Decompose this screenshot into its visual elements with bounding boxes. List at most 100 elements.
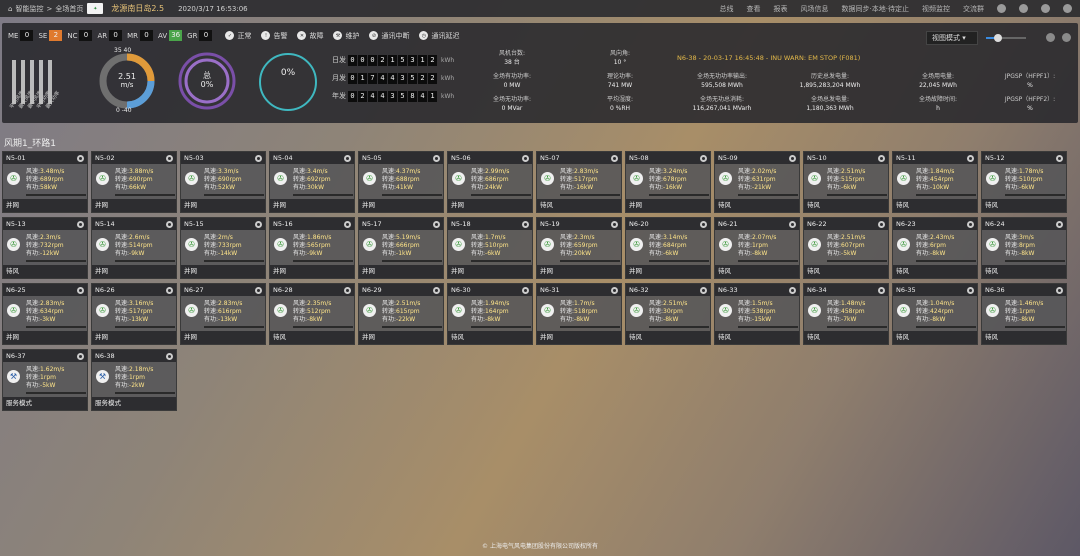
- gear-icon[interactable]: [878, 286, 885, 294]
- turbine-card[interactable]: N6-24 ✇ 风速:3m/s 转速:8rpm 有功:-8kW 待风: [981, 217, 1067, 279]
- gear-icon[interactable]: [1056, 154, 1063, 162]
- volume-slider[interactable]: [986, 34, 1026, 42]
- turbine-card[interactable]: N5-15 ✇ 风速:2m/s 转速:733rpm 有功:-14kW 并网: [180, 217, 266, 279]
- turbine-card[interactable]: N5-03 ✇ 风速:3.3m/s 转速:690rpm 有功:52kW 并网: [180, 151, 266, 213]
- gear-icon[interactable]: [77, 220, 84, 228]
- gear-icon[interactable]: [433, 154, 440, 162]
- turbine-card[interactable]: N5-10 ✇ 风速:2.51m/s 转速:515rpm 有功:-6kW 待风: [803, 151, 889, 213]
- turbine-card[interactable]: N5-19 ✇ 风速:2.3m/s 转速:659rpm 有功:20kW 并网: [536, 217, 622, 279]
- status-count-ar[interactable]: 0: [109, 30, 123, 41]
- gear-icon[interactable]: [700, 220, 707, 228]
- gear-icon[interactable]: [967, 286, 974, 294]
- gear-icon[interactable]: [166, 352, 173, 360]
- breadcrumb-item-home[interactable]: 全场首页: [55, 4, 83, 14]
- gear-icon[interactable]: [1056, 286, 1063, 294]
- gear-icon[interactable]: [77, 286, 84, 294]
- gear-icon[interactable]: [255, 220, 262, 228]
- gear-icon[interactable]: [77, 352, 84, 360]
- gear-icon[interactable]: [344, 154, 351, 162]
- gear-icon[interactable]: [789, 220, 796, 228]
- turbine-card[interactable]: N5-05 ✇ 风速:4.37m/s 转速:688rpm 有功:41kW 并网: [358, 151, 444, 213]
- turbine-card[interactable]: N5-16 ✇ 风速:1.86m/s 转速:565rpm 有功:-9kW 并网: [269, 217, 355, 279]
- turbine-card[interactable]: N5-01 ✇ 风速:3.48m/s 转速:689rpm 有功:58kW 并网: [2, 151, 88, 213]
- gear-icon[interactable]: [967, 220, 974, 228]
- nav-item-report[interactable]: 报表: [774, 4, 788, 14]
- gear-icon[interactable]: [255, 154, 262, 162]
- turbine-card[interactable]: N6-22 ✇ 风速:2.51m/s 转速:607rpm 有功:-5kW 待风: [803, 217, 889, 279]
- gear-icon[interactable]: [789, 154, 796, 162]
- alarm-message[interactable]: N6-38 - 20-03-17 16:45:48 - INU WARN: EM…: [677, 54, 860, 62]
- gear-icon[interactable]: [611, 286, 618, 294]
- turbine-card[interactable]: N5-04 ✇ 风速:3.4m/s 转速:692rpm 有功:30kW 并网: [269, 151, 355, 213]
- home-icon[interactable]: ⌂: [8, 5, 12, 13]
- speaker-icon[interactable]: [1046, 33, 1055, 42]
- nav-item-bus[interactable]: 总线: [720, 4, 734, 14]
- gear-icon[interactable]: [166, 154, 173, 162]
- gear-icon[interactable]: [255, 286, 262, 294]
- breadcrumb-item-monitor[interactable]: 智能监控: [15, 4, 43, 14]
- gear-icon[interactable]: [878, 220, 885, 228]
- turbine-card[interactable]: N6-36 ✇ 风速:1.46m/s 转速:1rpm 有功:-8kW 待风: [981, 283, 1067, 345]
- logout-icon[interactable]: [1063, 4, 1072, 13]
- status-count-se[interactable]: 2: [49, 30, 63, 41]
- turbine-card[interactable]: N6-28 ✇ 风速:2.35m/s 转速:512rpm 有功:-8kW 待风: [269, 283, 355, 345]
- turbine-card[interactable]: N6-21 ✇ 风速:2.07m/s 转速:1rpm 有功:-8kW 待风: [714, 217, 800, 279]
- turbine-card[interactable]: N5-18 ✇ 风速:1.7m/s 转速:510rpm 有功:-6kW 并网: [447, 217, 533, 279]
- gear-icon[interactable]: [700, 286, 707, 294]
- gear-icon[interactable]: [166, 286, 173, 294]
- status-count-nc[interactable]: 0: [79, 30, 93, 41]
- status-count-me[interactable]: 0: [20, 30, 34, 41]
- turbine-card[interactable]: N6-25 ✇ 风速:2.83m/s 转速:634rpm 有功:-3kW 并网: [2, 283, 88, 345]
- turbine-card[interactable]: N6-38 ⚒ 风速:2.18m/s 转速:1rpm 有功:-2kW 服务模式: [91, 349, 177, 411]
- turbine-card[interactable]: N6-34 ✇ 风速:1.48m/s 转速:458rpm 有功:-7kW 待风: [803, 283, 889, 345]
- volume-knob[interactable]: [994, 34, 1002, 42]
- turbine-card[interactable]: N5-07 ✇ 风速:2.83m/s 转速:517rpm 有功:-16kW 待风: [536, 151, 622, 213]
- gear-icon[interactable]: [611, 154, 618, 162]
- status-count-av[interactable]: 36: [169, 30, 183, 41]
- nav-item-view[interactable]: 查看: [747, 4, 761, 14]
- turbine-card[interactable]: N6-27 ✇ 风速:2.83m/s 转速:616rpm 有功:-13kW 并网: [180, 283, 266, 345]
- nav-item-video[interactable]: 视频监控: [922, 4, 950, 14]
- turbine-card[interactable]: N5-13 ✇ 风速:2.3m/s 转速:732rpm 有功:-12kW 待风: [2, 217, 88, 279]
- user-icon[interactable]: [1019, 4, 1028, 13]
- turbine-card[interactable]: N5-09 ✇ 风速:2.02m/s 转速:631rpm 有功:-21kW 待风: [714, 151, 800, 213]
- status-count-gr[interactable]: 0: [199, 30, 213, 41]
- turbine-card[interactable]: N5-02 ✇ 风速:3.88m/s 转速:690rpm 有功:66kW 并网: [91, 151, 177, 213]
- turbine-card[interactable]: N6-26 ✇ 风速:3.16m/s 转速:517rpm 有功:-13kW 并网: [91, 283, 177, 345]
- turbine-card[interactable]: N5-08 ✇ 风速:3.24m/s 转速:678rpm 有功:-16kW 并网: [625, 151, 711, 213]
- gear-icon[interactable]: [789, 286, 796, 294]
- turbine-card[interactable]: N6-35 ✇ 风速:1.04m/s 转速:424rpm 有功:-8kW 待风: [892, 283, 978, 345]
- turbine-card[interactable]: N6-23 ✇ 风速:2.43m/s 转速:6rpm 有功:-8kW 待风: [892, 217, 978, 279]
- nav-item-group[interactable]: 交流群: [963, 4, 984, 14]
- turbine-card[interactable]: N6-37 ⚒ 风速:1.62m/s 转速:1rpm 有功:-5kW 服务模式: [2, 349, 88, 411]
- turbine-card[interactable]: N5-17 ✇ 风速:5.19m/s 转速:666rpm 有功:-1kW 并网: [358, 217, 444, 279]
- turbine-card[interactable]: N6-29 ✇ 风速:2.51m/s 转速:615rpm 有功:-22kW 并网: [358, 283, 444, 345]
- gear-icon[interactable]: [522, 154, 529, 162]
- gear-icon[interactable]: [166, 220, 173, 228]
- turbine-card[interactable]: N5-06 ✇ 风速:2.99m/s 转速:686rpm 有功:24kW 并网: [447, 151, 533, 213]
- help-icon[interactable]: [997, 4, 1006, 13]
- gear-icon[interactable]: [522, 220, 529, 228]
- turbine-card[interactable]: N5-14 ✇ 风速:2.6m/s 转速:514rpm 有功:-9kW 并网: [91, 217, 177, 279]
- gear-icon[interactable]: [344, 220, 351, 228]
- gear-icon[interactable]: [967, 154, 974, 162]
- turbine-card[interactable]: N6-33 ✇ 风速:1.5m/s 转速:538rpm 有功:-15kW 待风: [714, 283, 800, 345]
- nav-item-farm-info[interactable]: 风场信息: [801, 4, 829, 14]
- gear-icon[interactable]: [344, 286, 351, 294]
- gear-icon[interactable]: [878, 154, 885, 162]
- nav-item-data-sync[interactable]: 数据同步·本地·待定止: [842, 4, 909, 14]
- gear-icon[interactable]: [433, 286, 440, 294]
- turbine-card[interactable]: N6-20 ✇ 风速:3.14m/s 转速:684rpm 有功:-6kW 并网: [625, 217, 711, 279]
- turbine-card[interactable]: N5-11 ✇ 风速:1.84m/s 转速:454rpm 有功:-10kW 待风: [892, 151, 978, 213]
- status-count-mr[interactable]: 0: [140, 30, 154, 41]
- turbine-card[interactable]: N5-12 ✇ 风速:1.78m/s 转速:510rpm 有功:-6kW 待风: [981, 151, 1067, 213]
- settings-icon[interactable]: [1041, 4, 1050, 13]
- turbine-card[interactable]: N6-32 ✇ 风速:2.51m/s 转速:30rpm 有功:-8kW 待风: [625, 283, 711, 345]
- gear-icon[interactable]: [700, 154, 707, 162]
- gear-icon[interactable]: [1056, 220, 1063, 228]
- gear-icon[interactable]: [611, 220, 618, 228]
- turbine-card[interactable]: N6-30 ✇ 风速:1.94m/s 转速:164rpm 有功:-8kW 待风: [447, 283, 533, 345]
- gear-icon[interactable]: [522, 286, 529, 294]
- collapse-icon[interactable]: [1062, 33, 1071, 42]
- turbine-card[interactable]: N6-31 ✇ 风速:1.7m/s 转速:518rpm 有功:-8kW 并网: [536, 283, 622, 345]
